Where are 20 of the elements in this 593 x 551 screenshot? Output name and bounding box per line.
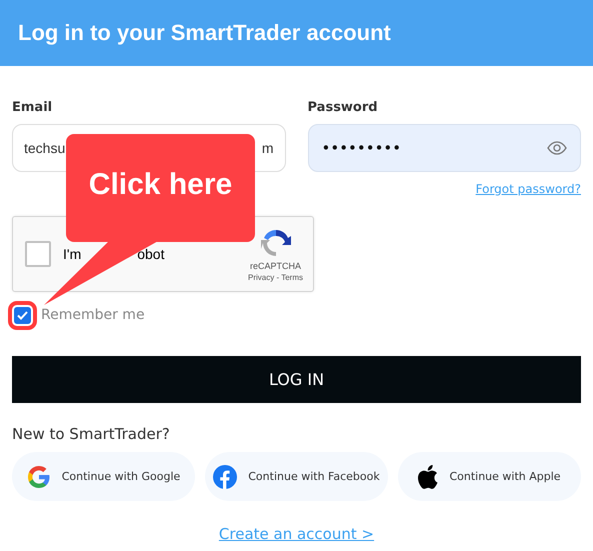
google-icon: [26, 464, 51, 488]
field-label: Password: [308, 100, 378, 115]
captcha-checkbox[interactable]: [25, 241, 51, 267]
captcha-links[interactable]: Privacy - Terms: [248, 272, 303, 282]
social-login-button[interactable]: Continue with Apple: [398, 452, 581, 501]
apple-icon: [418, 464, 438, 488]
social-login-button[interactable]: Continue with Facebook: [205, 452, 388, 501]
captcha-label: obot: [137, 246, 164, 262]
page-title: Log in to your SmartTrader account: [18, 20, 391, 46]
eye-icon[interactable]: [547, 141, 567, 155]
remember-label: Remember me: [41, 307, 145, 323]
facebook-icon: [213, 464, 238, 488]
password-field[interactable]: •••••••••: [308, 124, 581, 172]
checkmark-icon: [17, 310, 28, 320]
captcha-label: I'm: [63, 246, 82, 262]
signup-prompt: New to SmartTrader?: [12, 425, 171, 443]
captcha-brand: reCAPTCHA: [250, 260, 302, 270]
social-login-button[interactable]: Continue with Google: [12, 452, 195, 501]
login-button[interactable]: LOG IN: [12, 356, 581, 403]
field-label: Email: [12, 100, 52, 115]
